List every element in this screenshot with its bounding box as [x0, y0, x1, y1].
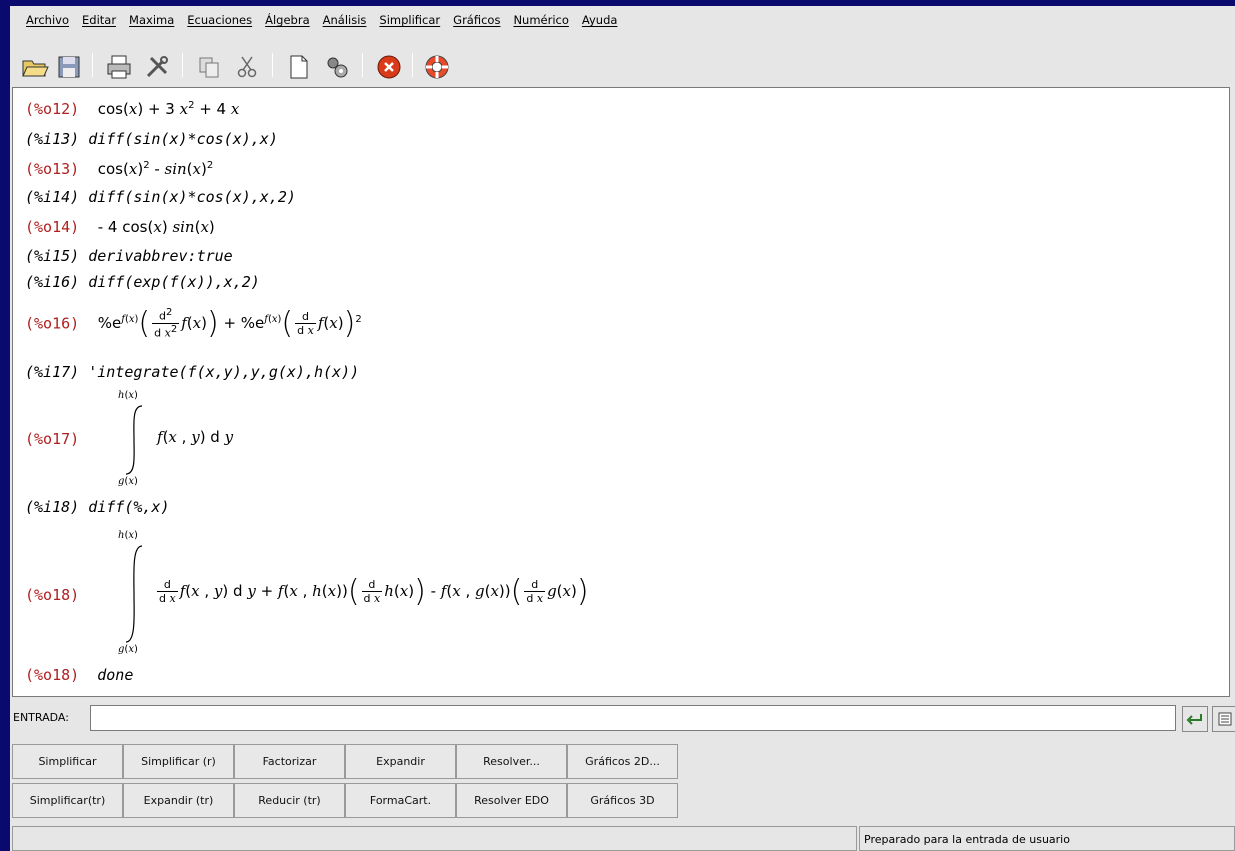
math-expression: - 4 cos(x) sin(x) — [88, 218, 215, 236]
output-line: (%o12) cos(x) + 3 x2 + 4 x — [25, 100, 239, 118]
expandir-tr-button[interactable]: Expandir (tr) — [123, 783, 234, 818]
input-text: diff(sin(x)*cos(x),x) — [88, 130, 278, 148]
menu-simplificar[interactable]: Simplificar — [379, 13, 440, 27]
input-text: diff(%,x) — [88, 498, 170, 516]
input-label: (%i18) — [25, 498, 80, 516]
print-icon[interactable] — [102, 50, 136, 84]
input-line: (%i14) diff(sin(x)*cos(x),x,2) — [25, 188, 296, 206]
enter-icon[interactable] — [1182, 706, 1208, 732]
output-line: (%o13) cos(x)2 - sin(x)2 — [25, 160, 213, 178]
output-label: (%o18) — [25, 586, 80, 604]
menu-archivo[interactable]: Archivo — [26, 13, 69, 27]
input-line: (%i16) diff(exp(f(x)),x,2) — [25, 273, 260, 291]
help-lifebuoy-icon[interactable] — [420, 50, 454, 84]
input-label: (%i14) — [25, 188, 80, 206]
open-folder-icon[interactable] — [18, 50, 52, 84]
input-line: (%i17) 'integrate(f(x,y),y,g(x),h(x)) — [25, 363, 359, 381]
resolver-button[interactable]: Resolver... — [456, 744, 567, 779]
toolbar — [10, 46, 1235, 86]
graficos-3d-button[interactable]: Gráficos 3D — [567, 783, 678, 818]
toolbar-separator — [182, 53, 183, 77]
integral-sign — [125, 405, 143, 475]
resolver-edo-button[interactable]: Resolver EDO — [456, 783, 567, 818]
output-label: (%o17) — [25, 430, 80, 448]
input-line: (%i18) diff(%,x) — [25, 498, 170, 516]
copy-icon[interactable] — [192, 50, 226, 84]
simplificar-r-button[interactable]: Simplificar (r) — [123, 744, 234, 779]
input-text: diff(sin(x)*cos(x),x,2) — [88, 188, 296, 206]
simplificar-tr-button[interactable]: Simplificar(tr) — [12, 783, 123, 818]
gears-icon[interactable] — [320, 50, 354, 84]
menu-editar[interactable]: Editar — [82, 13, 116, 27]
output-label: (%o18) — [25, 666, 80, 684]
graficos-2d-button[interactable]: Gráficos 2D... — [567, 744, 678, 779]
integral-upper-limit: h(x) — [118, 390, 138, 401]
input-label: (%i15) — [25, 247, 80, 265]
status-bar-left — [12, 826, 857, 851]
integral-sign — [125, 545, 143, 643]
input-text: 'integrate(f(x,y),y,g(x),h(x)) — [88, 363, 360, 381]
menu-ayuda[interactable]: Ayuda — [582, 13, 618, 27]
toolbar-separator — [412, 53, 413, 77]
output-label: (%o13) — [25, 160, 80, 178]
toolbar-separator — [362, 53, 363, 77]
stop-icon[interactable] — [372, 50, 406, 84]
integral-lower-limit: g(x) — [118, 644, 138, 655]
toolbar-separator — [272, 53, 273, 77]
new-document-icon[interactable] — [282, 50, 316, 84]
formacart-button[interactable]: FormaCart. — [345, 783, 456, 818]
menubar: Archivo Editar Maxima Ecuaciones Álgebra… — [10, 6, 1235, 34]
math-expression: cos(x) + 3 x2 + 4 x — [88, 100, 240, 118]
menu-graficos[interactable]: Gráficos — [453, 13, 500, 27]
simplificar-button[interactable]: Simplificar — [12, 744, 123, 779]
math-expression: cos(x)2 - sin(x)2 — [88, 160, 214, 178]
input-line: (%i15) derivabbrev:true — [25, 247, 233, 265]
save-icon[interactable] — [52, 50, 86, 84]
entrada-label: ENTRADA: — [13, 711, 69, 724]
menu-maxima[interactable]: Maxima — [129, 13, 174, 27]
input-label: (%i17) — [25, 363, 80, 381]
output-text: done — [97, 666, 134, 684]
input-label: (%i13) — [25, 130, 80, 148]
menu-numerico[interactable]: Numérico — [513, 13, 568, 27]
math-expression: dd x f(x , y) d y + f(x , h(x))(d d x h(x))… — [157, 574, 589, 609]
status-text: Preparado para la entrada de usuario — [859, 826, 1235, 851]
reducir-tr-button[interactable]: Reducir (tr) — [234, 783, 345, 818]
menu-ecuaciones[interactable]: Ecuaciones — [187, 13, 252, 27]
expandir-button[interactable]: Expandir — [345, 744, 456, 779]
output-label: (%o12) — [25, 100, 80, 118]
input-text: derivabbrev:true — [88, 247, 233, 265]
math-expression: %ef(x)(d2 d x2 f(x)) + %ef(x)(d d x f(x))2 — [88, 306, 362, 341]
toolbar-separator — [92, 53, 93, 77]
integral-upper-limit: h(x) — [118, 530, 138, 541]
input-line: (%i13) diff(sin(x)*cos(x),x) — [25, 130, 278, 148]
output-line: (%o16) %ef(x)(d2 d x2 f(x)) + %ef(x)(d d xf… — [25, 306, 362, 341]
integral-lower-limit: g(x) — [118, 476, 138, 487]
input-label: (%i16) — [25, 273, 80, 291]
entrada-input[interactable] — [90, 705, 1176, 731]
maxima-window: Archivo Editar Maxima Ecuaciones Álgebra… — [10, 6, 1235, 851]
input-text: diff(exp(f(x)),x,2) — [88, 273, 260, 291]
factorizar-button[interactable]: Factorizar — [234, 744, 345, 779]
output-label: (%o14) — [25, 218, 80, 236]
output-line: (%o18) done — [25, 666, 133, 684]
preferences-tools-icon[interactable] — [140, 50, 174, 84]
math-expression: f(x , y) d y — [157, 428, 234, 446]
output-label: (%o16) — [25, 314, 80, 333]
menu-analisis[interactable]: Análisis — [323, 13, 367, 27]
output-console[interactable]: (%o12) cos(x) + 3 x2 + 4 x (%i13) diff(s… — [12, 87, 1230, 697]
output-line: (%o14) - 4 cos(x) sin(x) — [25, 218, 215, 236]
cut-icon[interactable] — [230, 50, 264, 84]
menu-algebra[interactable]: Álgebra — [265, 13, 310, 27]
history-list-icon[interactable] — [1212, 706, 1235, 732]
